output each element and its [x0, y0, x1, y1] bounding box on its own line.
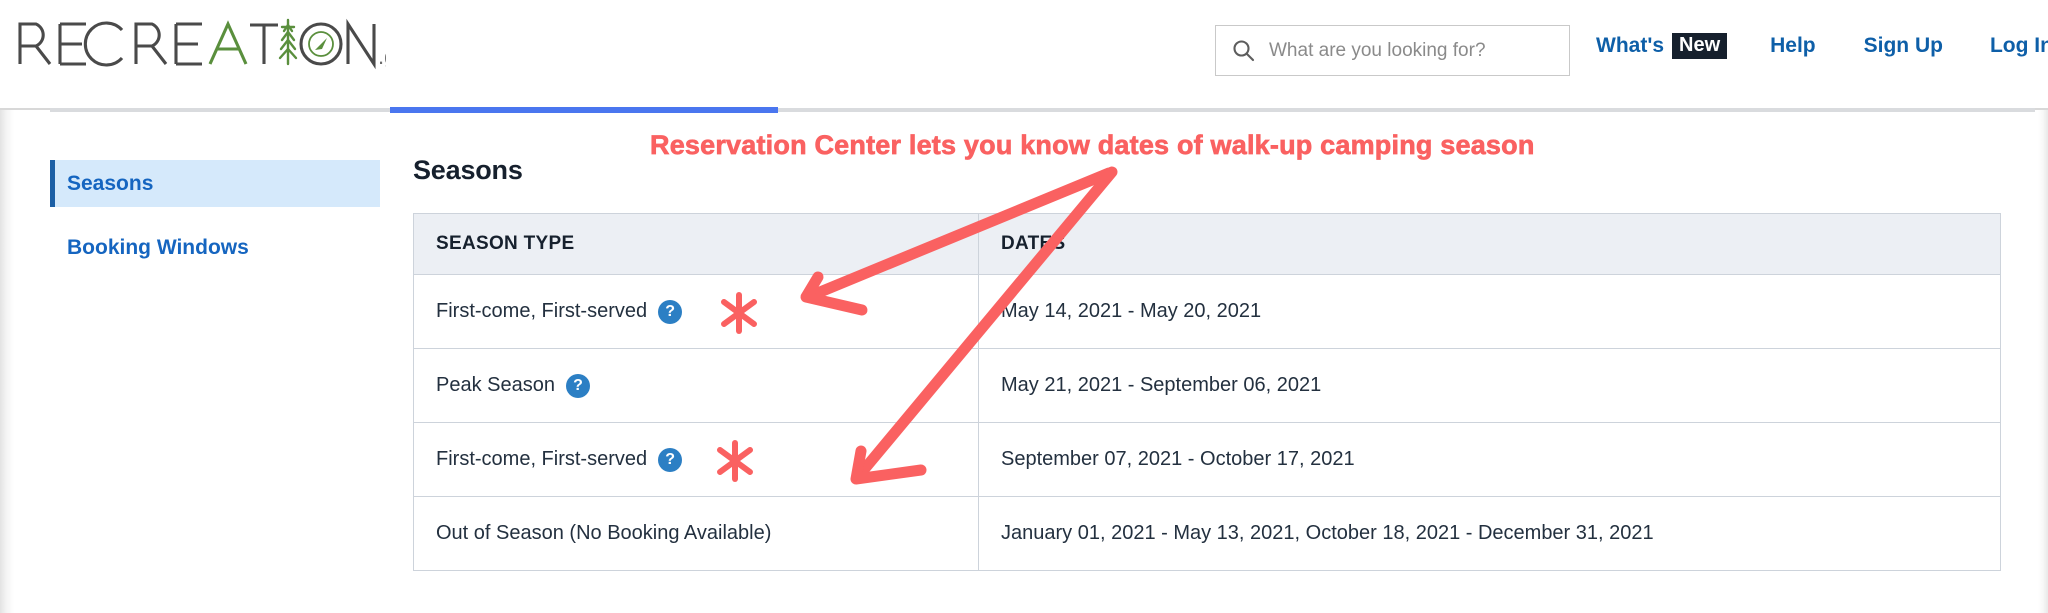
- page-root: .gov What's New Help Sign Up Log In Seas…: [0, 0, 2048, 613]
- recreation-gov-logo-icon: .gov: [18, 18, 386, 70]
- annotation-text: Reservation Center lets you know dates o…: [650, 130, 1535, 161]
- tab-rule: [50, 108, 2035, 112]
- search-box[interactable]: [1215, 25, 1570, 76]
- season-type-label: Out of Season (No Booking Available): [436, 522, 772, 544]
- table-row: First-come, First-served ? September 07,…: [413, 422, 2001, 497]
- site-header: .gov What's New Help Sign Up Log In: [0, 0, 2048, 110]
- help-icon[interactable]: ?: [565, 373, 590, 398]
- cell-season-type: Peak Season ?: [413, 348, 979, 423]
- season-type-label: First-come, First-served: [436, 448, 648, 470]
- search-icon: [1233, 40, 1255, 62]
- sidebar-item-seasons[interactable]: Seasons: [50, 160, 380, 207]
- table-row: First-come, First-served ? May 14, 2021 …: [413, 274, 2001, 349]
- table-row: Out of Season (No Booking Available) Jan…: [413, 496, 2001, 571]
- nav-whats-new-label: What's: [1596, 34, 1664, 57]
- nav-sign-up[interactable]: Sign Up: [1864, 34, 1943, 58]
- nav-new-badge: New: [1672, 33, 1728, 59]
- cell-dates: May 21, 2021 - September 06, 2021: [978, 348, 2001, 423]
- cell-dates: January 01, 2021 - May 13, 2021, October…: [978, 496, 2001, 571]
- page-title: Seasons: [413, 155, 523, 185]
- header-nav: What's New Help Sign Up Log In: [1596, 26, 2048, 66]
- nav-log-in[interactable]: Log In: [1990, 34, 2048, 58]
- help-icon[interactable]: ?: [658, 447, 683, 472]
- table-row: Peak Season ? May 21, 2021 - September 0…: [413, 348, 2001, 423]
- table-header-row: SEASON TYPE DATES: [413, 213, 2001, 275]
- logo-gov-text: .gov: [378, 44, 386, 69]
- search-input[interactable]: [1267, 38, 1551, 63]
- sidebar-item-seasons-label: Seasons: [67, 171, 154, 195]
- cell-season-type: First-come, First-served ?: [413, 422, 979, 497]
- sidebar-item-booking-windows[interactable]: Booking Windows: [50, 224, 380, 271]
- nav-help[interactable]: Help: [1770, 34, 1816, 58]
- cell-dates: May 14, 2021 - May 20, 2021: [978, 274, 2001, 349]
- column-header-season-type: SEASON TYPE: [413, 213, 979, 275]
- sidebar: Seasons Booking Windows: [50, 160, 380, 271]
- nav-whats-new[interactable]: What's New: [1596, 33, 1728, 59]
- cell-season-type: First-come, First-served ?: [413, 274, 979, 349]
- seasons-table: SEASON TYPE DATES First-come, First-serv…: [413, 213, 2001, 571]
- cell-dates: September 07, 2021 - October 17, 2021: [978, 422, 2001, 497]
- active-tab-indicator: [390, 107, 778, 113]
- sidebar-item-booking-windows-label: Booking Windows: [67, 235, 249, 259]
- help-icon[interactable]: ?: [658, 299, 683, 324]
- season-type-label: First-come, First-served: [436, 300, 648, 322]
- cell-season-type: Out of Season (No Booking Available): [413, 496, 979, 571]
- site-logo[interactable]: .gov: [16, 18, 386, 70]
- column-header-dates: DATES: [978, 213, 2001, 275]
- season-type-label: Peak Season: [436, 374, 555, 396]
